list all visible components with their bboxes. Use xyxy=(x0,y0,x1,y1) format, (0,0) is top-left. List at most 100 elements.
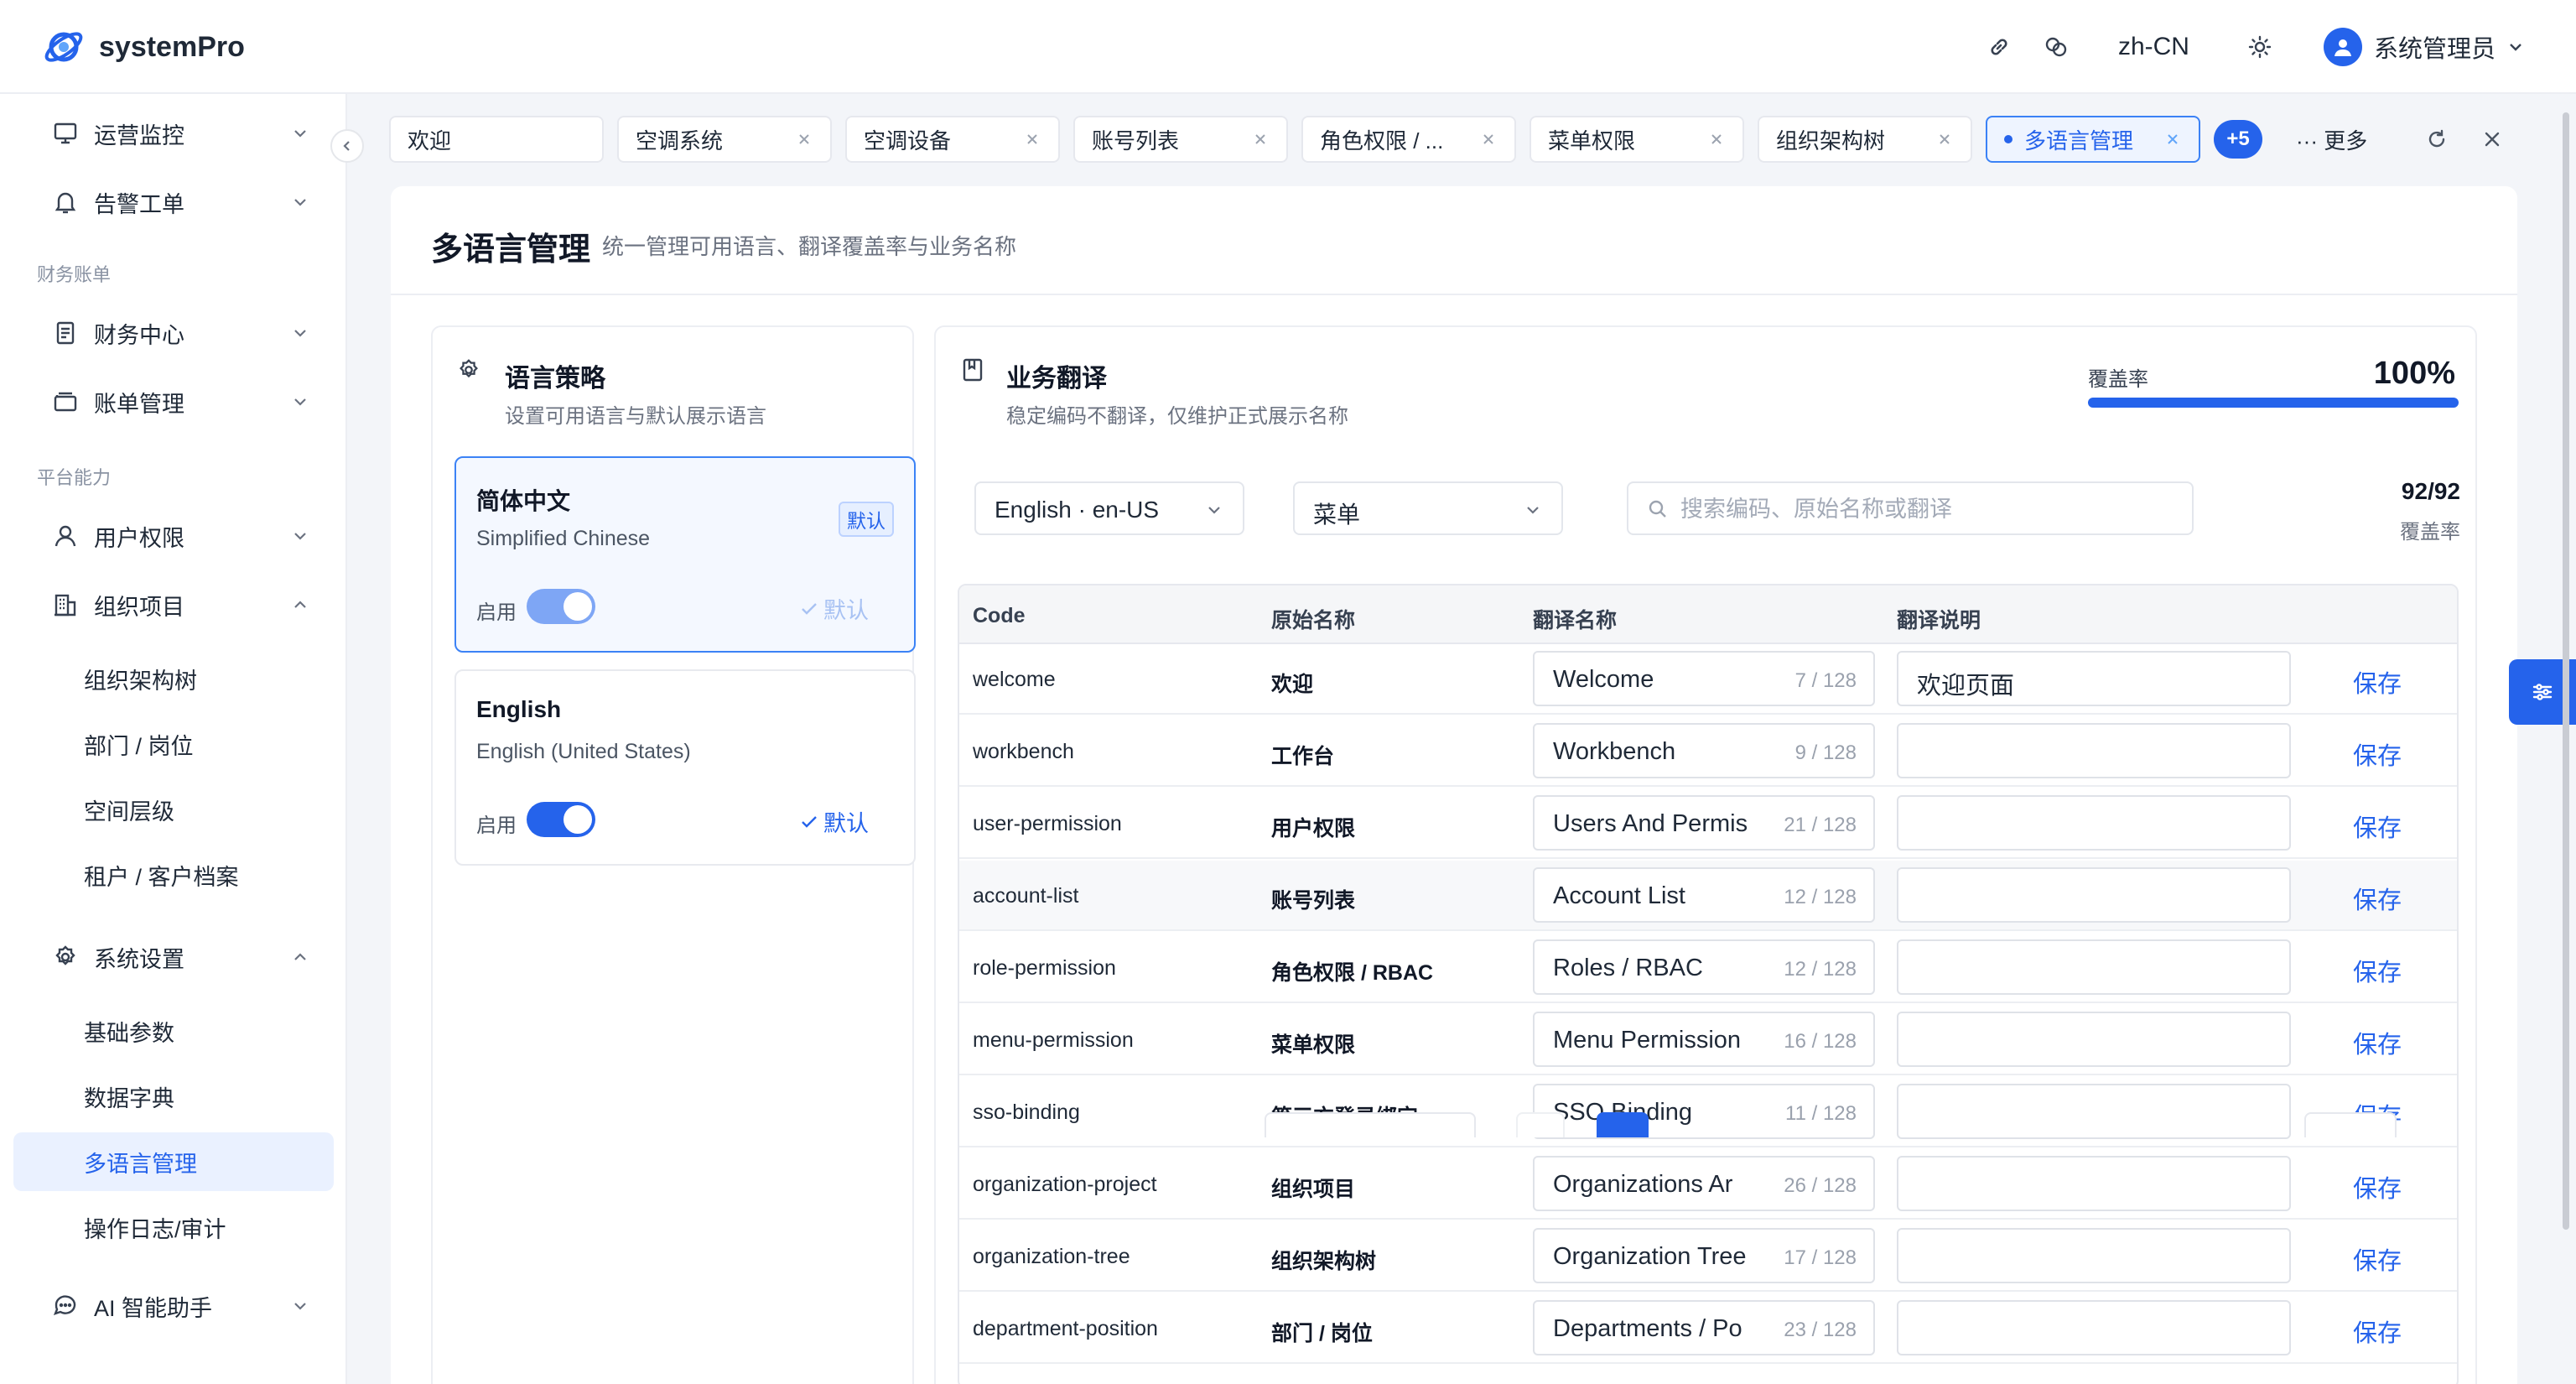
prev-page-button[interactable] xyxy=(1516,1112,1565,1137)
translation-input[interactable]: Welcome 7 / 128 xyxy=(1533,651,1875,706)
translation-input[interactable]: Departments / Po 23 / 128 xyxy=(1533,1300,1875,1355)
link-icon[interactable] xyxy=(1974,22,2024,72)
app-logo[interactable]: systemPro xyxy=(42,25,245,69)
sidebar-sub-space-level[interactable]: 空间层级 xyxy=(13,780,334,839)
note-input[interactable] xyxy=(1897,1300,2291,1355)
sidebar-sub-dept-position[interactable]: 部门 / 岗位 xyxy=(13,715,334,773)
sidebar-item-ai-assistant[interactable]: AI 智能助手 xyxy=(13,1275,334,1337)
note-input[interactable] xyxy=(1897,1084,2291,1139)
tab-welcome[interactable]: 欢迎 xyxy=(389,116,604,163)
sidebar-item-alarms[interactable]: 告警工单 xyxy=(13,171,334,233)
page-size-select[interactable] xyxy=(1265,1112,1476,1137)
tab-role-permission[interactable]: 角色权限 / ... xyxy=(1301,116,1516,163)
language-select[interactable]: English · en-US xyxy=(974,481,1244,535)
active-dot xyxy=(2004,135,2012,143)
tab-i18n[interactable]: 多语言管理 xyxy=(1986,116,2200,163)
chat-icon xyxy=(53,1295,76,1315)
save-button[interactable]: 保存 xyxy=(2353,1241,2402,1277)
close-icon[interactable] xyxy=(2165,132,2180,147)
note-input[interactable] xyxy=(1897,1156,2291,1211)
enable-toggle[interactable] xyxy=(527,589,595,624)
close-all-icon[interactable] xyxy=(2477,124,2507,154)
sidebar-sub-audit-log[interactable]: 操作日志/审计 xyxy=(13,1198,334,1257)
language-card-en[interactable]: English English (United States) 启用 默认 xyxy=(454,669,916,866)
sidebar-collapse-button[interactable] xyxy=(330,129,364,163)
tab-hvac-device[interactable]: 空调设备 xyxy=(845,116,1060,163)
row-original-name: 组织架构树 xyxy=(1271,1250,1377,1273)
sidebar-sub-org-tree[interactable]: 组织架构树 xyxy=(13,649,334,708)
tab-menu-permission[interactable]: 菜单权限 xyxy=(1530,116,1744,163)
close-icon[interactable] xyxy=(797,132,812,147)
tab-label: 账号列表 xyxy=(1092,127,1180,153)
translation-input[interactable]: Workbench 9 / 128 xyxy=(1533,723,1875,778)
sidebar-sub-i18n[interactable]: 多语言管理 xyxy=(13,1132,334,1191)
sidebar-item-finance[interactable]: 财务中心 xyxy=(13,302,334,364)
sidebar-item-billing[interactable]: 账单管理 xyxy=(13,371,334,433)
theme-sun-icon[interactable] xyxy=(2235,22,2285,72)
search-input[interactable] xyxy=(1680,492,2175,527)
note-input[interactable] xyxy=(1897,1228,2291,1283)
panel-subtitle: 设置可用语言与默认展示语言 xyxy=(505,405,766,428)
sidebar-item-system-settings[interactable]: 系统设置 xyxy=(13,926,334,988)
save-button[interactable]: 保存 xyxy=(2353,953,2402,988)
save-button[interactable]: 保存 xyxy=(2353,1169,2402,1204)
close-icon[interactable] xyxy=(1253,132,1268,147)
note-input[interactable] xyxy=(1897,867,2291,923)
search-box[interactable] xyxy=(1627,481,2194,535)
close-icon[interactable] xyxy=(1481,132,1496,147)
note-input[interactable] xyxy=(1897,939,2291,995)
sidebar-item-monitoring[interactable]: 运营监控 xyxy=(13,102,334,164)
hidden-tabs-badge[interactable]: +5 xyxy=(2214,120,2262,159)
refresh-icon[interactable] xyxy=(2422,124,2452,154)
save-button[interactable]: 保存 xyxy=(2353,736,2402,772)
tab-hvac-system[interactable]: 空调系统 xyxy=(617,116,832,163)
set-default-button[interactable]: 默认 xyxy=(800,805,869,838)
close-icon[interactable] xyxy=(1709,132,1724,147)
save-button[interactable]: 保存 xyxy=(2353,664,2402,700)
table-row: sso-binding第三方登录绑定SSO Binding11 / 128保存 xyxy=(959,1077,2457,1147)
enable-toggle[interactable] xyxy=(527,802,595,837)
sidebar-sub-tenant[interactable]: 租户 / 客户档案 xyxy=(13,845,334,904)
translation-input[interactable]: Account List 12 / 128 xyxy=(1533,867,1875,923)
translation-input[interactable]: SSO Binding 11 / 128 xyxy=(1533,1084,1875,1139)
close-icon[interactable] xyxy=(1937,132,1952,147)
translation-input[interactable]: Menu Permission 16 / 128 xyxy=(1533,1012,1875,1067)
save-button[interactable]: 保存 xyxy=(2353,881,2402,916)
set-default-button[interactable]: 默认 xyxy=(800,592,869,625)
scrollbar-thumb[interactable] xyxy=(2563,112,2569,1230)
save-button[interactable]: 保存 xyxy=(2353,1314,2402,1349)
sidebar-sub-basic-params[interactable]: 基础参数 xyxy=(13,1002,334,1060)
save-button[interactable]: 保存 xyxy=(2353,809,2402,844)
search-icon xyxy=(1649,500,1666,518)
tab-label: 多语言管理 xyxy=(2024,127,2134,153)
sidebar-item-label: 部门 / 岗位 xyxy=(84,733,194,759)
translation-input[interactable]: Organization Tree 17 / 128 xyxy=(1533,1228,1875,1283)
sidebar-item-label: 基础参数 xyxy=(84,1020,174,1046)
more-tabs-button[interactable]: ··· 更多 xyxy=(2296,124,2367,155)
sliders-icon xyxy=(2532,684,2553,700)
tab-account-list[interactable]: 账号列表 xyxy=(1073,116,1288,163)
note-input[interactable] xyxy=(1897,1012,2291,1067)
translation-input[interactable]: Roles / RBAC 12 / 128 xyxy=(1533,939,1875,995)
save-button[interactable]: 保存 xyxy=(2353,1025,2402,1060)
folder-icon xyxy=(54,392,77,412)
note-input[interactable] xyxy=(1897,723,2291,778)
translation-input[interactable]: Users And Permis 21 / 128 xyxy=(1533,795,1875,851)
note-input[interactable]: 欢迎页面 xyxy=(1897,651,2291,706)
page-jumper[interactable] xyxy=(2304,1112,2397,1137)
sidebar-item-organization[interactable]: 组织项目 xyxy=(13,574,334,636)
sidebar-sub-dictionary[interactable]: 数据字典 xyxy=(13,1067,334,1126)
locale-switch[interactable]: zh-CN xyxy=(2118,33,2189,61)
module-select[interactable]: 菜单 xyxy=(1293,481,1563,535)
current-page-button[interactable] xyxy=(1597,1112,1649,1137)
note-input[interactable] xyxy=(1897,795,2291,851)
document-icon xyxy=(56,321,75,345)
chevron-left-icon xyxy=(343,141,350,151)
translation-input[interactable]: Organizations Ar 26 / 128 xyxy=(1533,1156,1875,1211)
tab-org-tree[interactable]: 组织架构树 xyxy=(1758,116,1972,163)
translate-icon[interactable] xyxy=(2031,22,2081,72)
sidebar-item-user-permission[interactable]: 用户权限 xyxy=(13,505,334,567)
language-card-zh[interactable]: 简体中文 Simplified Chinese 默认 启用 默认 xyxy=(454,456,916,653)
user-menu[interactable]: 系统管理员 xyxy=(2323,28,2524,66)
close-icon[interactable] xyxy=(1025,132,1040,147)
